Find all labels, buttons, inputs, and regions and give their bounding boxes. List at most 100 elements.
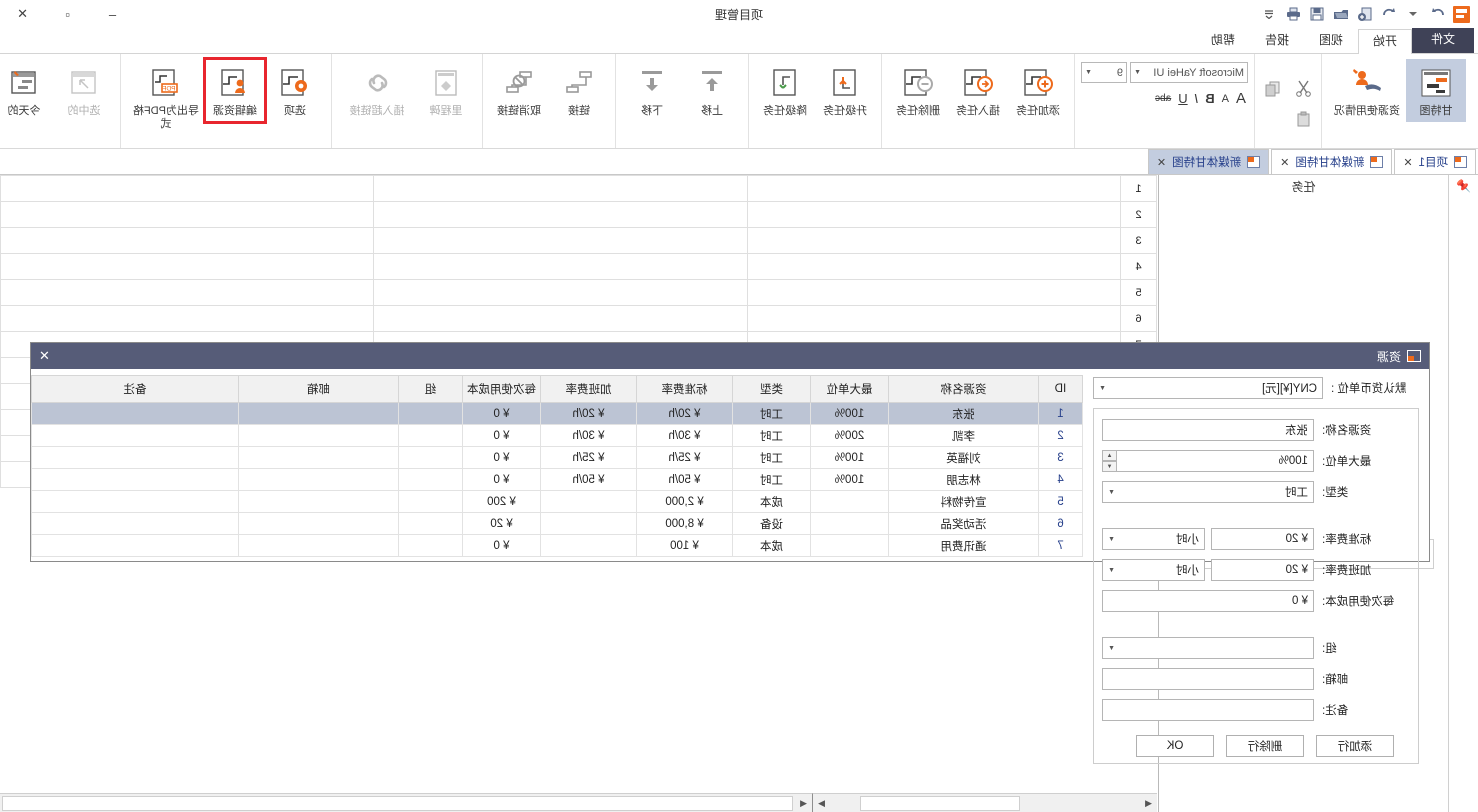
table-cell-ot[interactable]: ¥ 25/h	[540, 446, 637, 469]
table-cell[interactable]	[373, 175, 748, 202]
stepper-down-icon[interactable]: ▼	[1102, 461, 1117, 472]
table-cell-name[interactable]: 李凯	[888, 424, 1039, 447]
table-cell-ot[interactable]: ¥ 50/h	[540, 468, 637, 491]
delete-row-button[interactable]: 删除行	[1226, 735, 1304, 757]
minimize-button[interactable]: –	[90, 0, 135, 28]
table-cell-units[interactable]	[810, 490, 889, 513]
pin-icon[interactable]: 📌	[1456, 179, 1471, 812]
table-cell-type[interactable]: 工时	[732, 446, 811, 469]
tab-view[interactable]: 视图	[1304, 28, 1358, 53]
table-cell-group[interactable]	[398, 534, 463, 557]
milestone-button[interactable]: 里程碑	[416, 59, 476, 122]
table-cell-std[interactable]: ¥ 2,000	[636, 490, 733, 513]
column-header[interactable]: 资源名称	[888, 375, 1039, 403]
ok-button[interactable]: OK	[1136, 735, 1214, 757]
table-row[interactable]: 5 宣传物料 成本 ¥ 2,000 ¥ 200	[31, 490, 1083, 513]
table-cell-name[interactable]: 宣传物料	[888, 490, 1039, 513]
table-cell-email[interactable]	[238, 490, 399, 513]
save-icon[interactable]	[1309, 6, 1326, 23]
overtime-rate-unit-combo[interactable]: 小时 ▼	[1102, 559, 1205, 581]
italic-button[interactable]: I	[1195, 91, 1199, 106]
table-cell[interactable]	[0, 201, 374, 228]
table-row[interactable]: 5	[0, 279, 1157, 306]
move-up-button[interactable]: 上移	[682, 59, 742, 122]
export-pdf-button[interactable]: PDF 导出为PDF格式	[127, 59, 205, 135]
table-cell-units[interactable]: 100%	[810, 446, 889, 469]
maximize-button[interactable]: ▫	[45, 0, 90, 28]
table-cell[interactable]	[373, 279, 748, 306]
table-row[interactable]: 3 刘福英 100% 工时 ¥ 25/h ¥ 25/h ¥ 0	[31, 446, 1083, 469]
column-header[interactable]: 备注	[31, 375, 239, 403]
table-cell-note[interactable]	[31, 402, 239, 425]
column-header[interactable]: ID	[1038, 375, 1083, 403]
group-combo[interactable]: ▼	[1102, 637, 1314, 659]
table-cell-type[interactable]: 工时	[732, 468, 811, 491]
table-cell-id[interactable]: 7	[1038, 534, 1083, 557]
table-cell[interactable]	[0, 305, 374, 332]
underline-button[interactable]: U	[1178, 91, 1187, 106]
table-cell-email[interactable]	[238, 402, 399, 425]
table-cell-group[interactable]	[398, 512, 463, 535]
options-button[interactable]: 选项	[265, 59, 325, 122]
overtime-rate-input[interactable]: ¥ 20	[1211, 559, 1314, 581]
scroll-left-icon[interactable]: ◀	[795, 794, 812, 812]
table-cell-ot[interactable]	[540, 534, 637, 557]
table-cell-cost[interactable]: ¥ 20	[462, 512, 541, 535]
table-cell[interactable]	[747, 305, 1121, 332]
move-down-button[interactable]: 下移	[622, 59, 682, 122]
table-cell-group[interactable]	[398, 446, 463, 469]
shrink-font-button[interactable]: A	[1222, 93, 1229, 105]
scroll-thumb[interactable]	[860, 795, 1020, 811]
table-cell-units[interactable]: 200%	[810, 424, 889, 447]
table-cell-note[interactable]	[31, 512, 239, 535]
table-row[interactable]: 4 林志朋 100% 工时 ¥ 50/h ¥ 50/h ¥ 0	[31, 468, 1083, 491]
table-cell-id[interactable]: 2	[1038, 424, 1083, 447]
cut-icon[interactable]	[1295, 80, 1312, 102]
table-cell-id[interactable]: 4	[1038, 468, 1083, 491]
promote-task-button[interactable]: 升级任务	[815, 59, 875, 122]
table-cell-cost[interactable]: ¥ 0	[462, 468, 541, 491]
table-cell-cost[interactable]: ¥ 0	[462, 446, 541, 469]
table-cell[interactable]	[0, 175, 374, 202]
table-cell-ot[interactable]	[540, 512, 637, 535]
table-cell-name[interactable]: 活动奖品	[888, 512, 1039, 535]
tab-help[interactable]: 帮助	[1196, 28, 1250, 53]
column-header[interactable]: 邮箱	[238, 375, 399, 403]
table-cell-group[interactable]	[398, 402, 463, 425]
table-cell[interactable]	[747, 253, 1121, 280]
table-row[interactable]: 2 李凯 200% 工时 ¥ 30/h ¥ 30/h ¥ 0	[31, 424, 1083, 447]
table-cell-cost[interactable]: ¥ 0	[462, 424, 541, 447]
table-cell-type[interactable]: 成本	[732, 534, 811, 557]
column-header[interactable]: 类型	[732, 375, 811, 403]
doc-tab-gantt-2[interactable]: 新媒体甘特图 ✕	[1147, 149, 1270, 174]
doc-tab-gantt-1[interactable]: 新媒体甘特图 ✕	[1271, 149, 1393, 174]
table-cell-note[interactable]	[31, 534, 239, 557]
unlink-button[interactable]: 取消链接	[489, 59, 549, 122]
table-cell[interactable]	[747, 227, 1121, 254]
table-cell-ot[interactable]: ¥ 30/h	[540, 424, 637, 447]
grow-font-button[interactable]: A	[1236, 90, 1246, 107]
table-cell-type[interactable]: 工时	[732, 402, 811, 425]
column-header[interactable]: 最大单位	[810, 375, 889, 403]
table-cell[interactable]	[373, 201, 748, 228]
table-cell-std[interactable]: ¥ 20/h	[636, 402, 733, 425]
redo-icon[interactable]	[1429, 6, 1446, 23]
insert-task-button[interactable]: 插入任务	[948, 59, 1008, 122]
qat-dropdown-icon[interactable]	[1405, 6, 1422, 23]
scroll-right-icon[interactable]: ▶	[813, 794, 830, 812]
table-cell-email[interactable]	[238, 468, 399, 491]
close-icon[interactable]: ✕	[1157, 156, 1166, 169]
close-button[interactable]: ✕	[0, 0, 45, 28]
table-cell-type[interactable]: 工时	[732, 424, 811, 447]
column-header[interactable]: 组	[398, 375, 463, 403]
font-name-combo[interactable]: Microsoft YaHei UI ▼	[1130, 62, 1248, 83]
table-cell-ot[interactable]	[540, 490, 637, 513]
scroll-thumb[interactable]	[2, 795, 793, 811]
print-icon[interactable]	[1285, 6, 1302, 23]
table-cell-group[interactable]	[398, 468, 463, 491]
table-row[interactable]: 1 张东 100% 工时 ¥ 20/h ¥ 20/h ¥ 0	[31, 402, 1083, 425]
scroll-left-icon[interactable]: ◀	[1140, 794, 1157, 812]
resource-usage-button[interactable]: 资源使用情况	[1328, 59, 1406, 122]
max-units-stepper[interactable]: ▲ ▼	[1102, 450, 1117, 472]
tab-start[interactable]: 开始	[1357, 29, 1412, 54]
